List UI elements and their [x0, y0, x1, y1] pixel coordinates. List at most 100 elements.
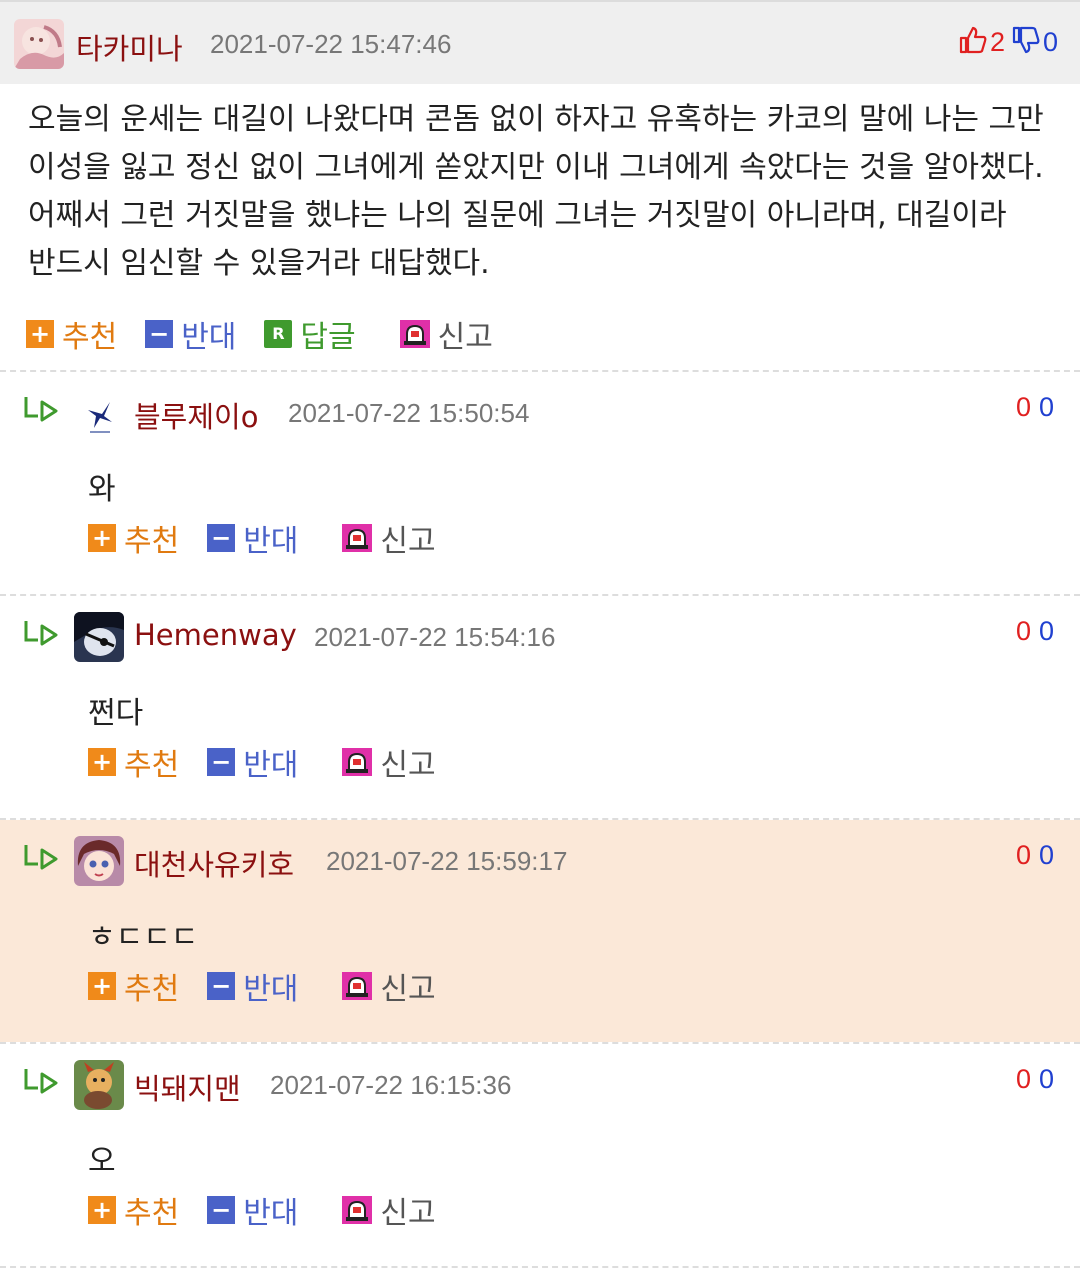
- reply-arrow-icon: [24, 397, 58, 422]
- comment-up-count: 0: [1015, 1064, 1031, 1094]
- oppose-button[interactable]: − 반대: [207, 516, 298, 560]
- post-header: 타카미나 2021-07-22 15:47:46 2 0: [0, 0, 1080, 84]
- reply-icon: R: [264, 320, 293, 348]
- comment-date: 2021-07-22 15:50:54: [288, 398, 530, 428]
- comment-actions: + 추천 − 반대 신고: [88, 516, 464, 560]
- comment-avatar[interactable]: [80, 388, 120, 438]
- comment-text: ㅎㄷㄷㄷ: [88, 920, 199, 955]
- oppose-label: 반대: [243, 748, 299, 783]
- comment-vote-counts: 00: [1016, 840, 1054, 871]
- comment-text: 쩐다: [88, 696, 144, 731]
- recommend-button[interactable]: + 추천: [88, 964, 179, 1008]
- recommend-button[interactable]: + 추천: [88, 1188, 179, 1232]
- oppose-label: 반대: [243, 524, 299, 559]
- report-button[interactable]: 신고: [342, 740, 436, 784]
- comment-item: Hemenway 2021-07-22 15:54:16 00 쩐다 + 추천 …: [0, 596, 1080, 818]
- comment-text: 와: [88, 472, 116, 507]
- oppose-button[interactable]: − 반대: [207, 1188, 298, 1232]
- comment-avatar[interactable]: [74, 612, 124, 662]
- comment-vote-counts: 00: [1016, 392, 1054, 423]
- recommend-label: 추천: [124, 524, 180, 559]
- oppose-button[interactable]: − 반대: [207, 740, 298, 784]
- report-label: 신고: [380, 1196, 436, 1231]
- recommend-button[interactable]: + 추천: [88, 740, 179, 784]
- report-label: 신고: [380, 748, 436, 783]
- reply-label: 답글: [300, 320, 356, 355]
- comment-down-count: 0: [1038, 392, 1054, 422]
- comment-actions: + 추천 − 반대 신고: [88, 740, 464, 784]
- thumbs-down-icon[interactable]: [1011, 25, 1041, 59]
- oppose-label: 반대: [181, 320, 237, 355]
- minus-icon: −: [207, 1196, 236, 1224]
- recommend-button[interactable]: + 추천: [26, 312, 117, 356]
- comment-text: 오: [88, 1144, 116, 1179]
- plus-icon: +: [88, 1196, 116, 1224]
- reply-button[interactable]: R 답글: [264, 312, 356, 356]
- comment-date: 2021-07-22 16:15:36: [270, 1070, 512, 1100]
- comment-up-count: 0: [1015, 392, 1031, 422]
- comment-up-count: 0: [1015, 616, 1031, 646]
- siren-icon: [342, 748, 373, 776]
- plus-icon: +: [88, 524, 116, 552]
- comment-down-count: 0: [1038, 1064, 1054, 1094]
- comment-author[interactable]: Hemenway: [134, 618, 297, 652]
- oppose-label: 반대: [243, 1196, 299, 1231]
- reply-arrow-icon: [24, 1069, 58, 1094]
- plus-icon: +: [26, 320, 54, 348]
- comment-author[interactable]: 대천사유키호: [134, 842, 294, 884]
- comment-avatar[interactable]: [74, 1060, 124, 1110]
- divider: [0, 1266, 1080, 1268]
- post-author[interactable]: 타카미나: [76, 26, 183, 68]
- comment-author[interactable]: 블루제이o: [134, 394, 258, 436]
- comment-up-count: 0: [1015, 840, 1031, 870]
- comment-item: 블루제이o 2021-07-22 15:50:54 00 와 + 추천 − 반대…: [0, 372, 1080, 594]
- recommend-label: 추천: [124, 748, 180, 783]
- comment-item: 빅돼지맨 2021-07-22 16:15:36 00 오 + 추천 − 반대 …: [0, 1044, 1080, 1266]
- comment-down-count: 0: [1038, 616, 1054, 646]
- recommend-label: 추천: [124, 1196, 180, 1231]
- report-label: 신고: [380, 972, 436, 1007]
- minus-icon: −: [207, 972, 236, 1000]
- plus-icon: +: [88, 972, 116, 1000]
- author-avatar[interactable]: [14, 19, 64, 69]
- recommend-button[interactable]: + 추천: [88, 516, 179, 560]
- post-vote-box: 2 0: [958, 24, 1058, 60]
- oppose-button[interactable]: − 반대: [145, 312, 236, 356]
- recommend-label: 추천: [62, 320, 118, 355]
- post-body: 오늘의 운세는 대길이 나왔다며 콘돔 없이 하자고 유혹하는 카코의 말에 나…: [28, 102, 1044, 281]
- siren-icon: [342, 1196, 373, 1224]
- minus-icon: −: [145, 320, 174, 348]
- plus-icon: +: [88, 748, 116, 776]
- report-button[interactable]: 신고: [342, 964, 436, 1008]
- report-button[interactable]: 신고: [342, 1188, 436, 1232]
- comment-avatar[interactable]: [74, 836, 124, 886]
- post-vote-up-count: 2: [989, 26, 1005, 57]
- minus-icon: −: [207, 524, 236, 552]
- reply-arrow-icon: [24, 621, 58, 646]
- post-date: 2021-07-22 15:47:46: [210, 29, 452, 59]
- minus-icon: −: [207, 748, 236, 776]
- oppose-button[interactable]: − 반대: [207, 964, 298, 1008]
- comment-item: 대천사유키호 2021-07-22 15:59:17 00 ㅎㄷㄷㄷ + 추천 …: [0, 820, 1080, 1042]
- siren-icon: [342, 972, 373, 1000]
- comment-actions: + 추천 − 반대 신고: [88, 1188, 464, 1232]
- report-label: 신고: [380, 524, 436, 559]
- comment-author[interactable]: 빅돼지맨: [134, 1066, 241, 1108]
- comment-vote-counts: 00: [1016, 616, 1054, 647]
- post-vote-down-count: 0: [1042, 26, 1058, 57]
- siren-icon: [342, 524, 373, 552]
- comment-actions: + 추천 − 반대 신고: [88, 964, 464, 1008]
- recommend-label: 추천: [124, 972, 180, 1007]
- thumbs-up-icon[interactable]: [958, 25, 988, 59]
- report-button[interactable]: 신고: [399, 312, 493, 356]
- comment-down-count: 0: [1038, 840, 1054, 870]
- comment-date: 2021-07-22 15:54:16: [314, 622, 556, 652]
- post-actions: + 추천 − 반대 R 답글 신고: [26, 312, 521, 356]
- comment-date: 2021-07-22 15:59:17: [326, 846, 568, 876]
- siren-icon: [399, 320, 430, 348]
- comment-vote-counts: 00: [1016, 1064, 1054, 1095]
- report-label: 신고: [437, 320, 493, 355]
- oppose-label: 반대: [243, 972, 299, 1007]
- reply-arrow-icon: [24, 845, 58, 870]
- report-button[interactable]: 신고: [342, 516, 436, 560]
